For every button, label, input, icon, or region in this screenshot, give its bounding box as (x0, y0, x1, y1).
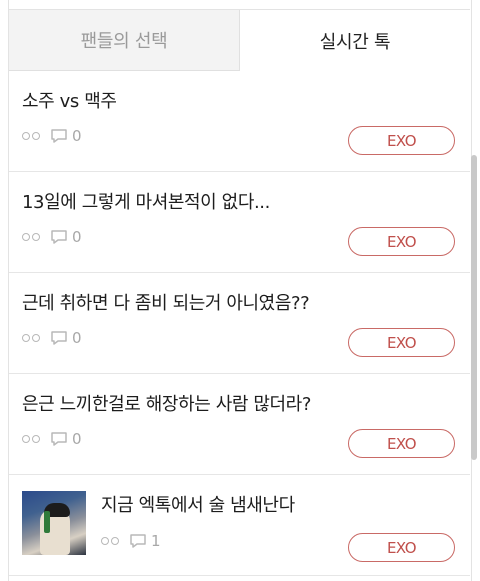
post-list: 소주 vs 맥주 0 EXO 13일에 그렇게 마셔본적이 없다... 0 EX… (9, 71, 470, 581)
post-title: 근데 취하면 다 좀비 되는거 아니였음?? (22, 293, 310, 314)
post-title: 은근 느끼한걸로 해장하는 사람 많더라? (22, 394, 311, 415)
tag-badge[interactable]: EXO (348, 533, 455, 562)
comment-icon (51, 230, 67, 244)
views-icon (22, 435, 40, 443)
post-meta: 0 (22, 329, 82, 347)
list-item[interactable]: 근데 취하면 다 좀비 되는거 아니였음?? 0 EXO (9, 273, 470, 374)
views-icon (22, 233, 40, 241)
list-item[interactable]: 은근 느끼한걸로 해장하는 사람 많더라? 0 EXO (9, 374, 470, 475)
comment-icon (51, 432, 67, 446)
views-icon (22, 132, 40, 140)
tab-bar: 팬들의 선택 실시간 톡 (9, 9, 470, 71)
post-title: 13일에 그렇게 마셔본적이 없다... (22, 192, 270, 213)
post-meta: 0 (22, 430, 82, 448)
post-title: 지금 엑톡에서 술 냄새난다 (101, 495, 295, 516)
comment-icon (51, 129, 67, 143)
tag-badge[interactable]: EXO (348, 328, 455, 357)
tab-live-talk[interactable]: 실시간 톡 (240, 10, 470, 71)
comment-count: 1 (151, 532, 161, 550)
left-gutter (0, 0, 9, 581)
list-item[interactable]: 지금 엑톡에서 술 냄새난다 1 EXO (9, 475, 470, 576)
list-item[interactable]: 소주 vs 맥주 0 EXO (9, 71, 470, 172)
post-meta: 0 (22, 127, 82, 145)
comment-count: 0 (72, 430, 82, 448)
post-thumbnail (22, 491, 86, 555)
comment-count: 0 (72, 127, 82, 145)
views-icon (22, 334, 40, 342)
tag-badge[interactable]: EXO (348, 429, 455, 458)
comment-count: 0 (72, 329, 82, 347)
tab-fans-choice[interactable]: 팬들의 선택 (9, 10, 240, 71)
list-item[interactable]: 13일에 그렇게 마셔본적이 없다... 0 EXO (9, 172, 470, 273)
comment-icon (130, 534, 146, 548)
comment-icon (51, 331, 67, 345)
views-icon (101, 537, 119, 545)
post-meta: 1 (101, 532, 161, 550)
tag-badge[interactable]: EXO (348, 126, 455, 155)
post-title: 소주 vs 맥주 (22, 91, 117, 112)
tag-badge[interactable]: EXO (348, 227, 455, 256)
app-screen: 팬들의 선택 실시간 톡 소주 vs 맥주 0 EXO 13일에 그렇게 마셔본… (0, 0, 480, 581)
post-meta: 0 (22, 228, 82, 246)
comment-count: 0 (72, 228, 82, 246)
scrollbar[interactable] (471, 155, 477, 460)
